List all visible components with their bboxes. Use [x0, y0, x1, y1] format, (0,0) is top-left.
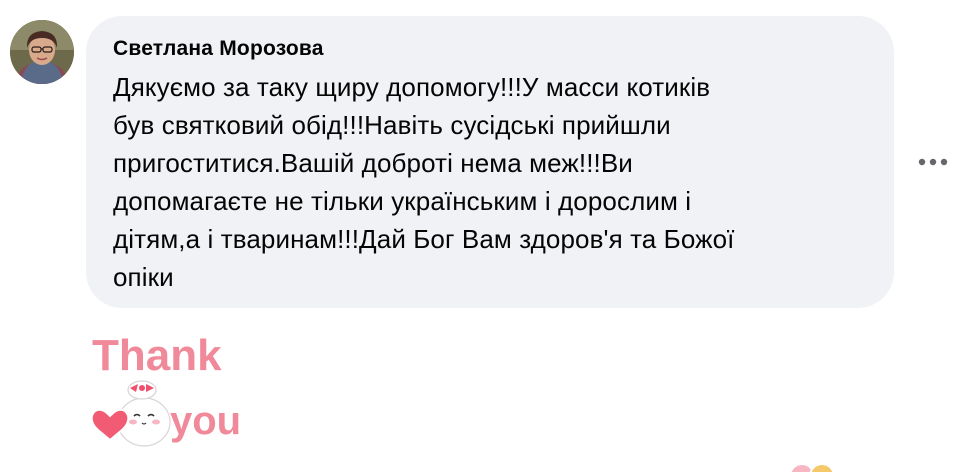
comment-text-line: пригоститися.Вашій доброті нема меж!!!Ви — [113, 148, 633, 178]
comment-thread: Светлана Морозова Дякуємо за таку щиру д… — [0, 0, 956, 472]
comment-author[interactable]: Светлана Морозова — [113, 36, 870, 62]
sticker-text-thank: Thank — [92, 331, 222, 380]
avatar[interactable] — [10, 20, 74, 84]
comment-text: Дякуємо за таку щиру допомогу!!!У масси … — [113, 68, 853, 296]
more-options-button[interactable] — [916, 150, 950, 174]
comment-bubble: Светлана Морозова Дякуємо за таку щиру д… — [86, 16, 894, 308]
comment-text-line: опіки — [113, 262, 174, 292]
comment-text-line: Дякуємо за таку щиру допомогу!!!У масси … — [113, 72, 711, 102]
reaction-icon — [789, 463, 835, 472]
sticker-image: Thank you — [91, 330, 243, 447]
reaction-icons-partial[interactable] — [786, 462, 886, 472]
comment-text-line: був святковий обід!!!Навіть сусідські пр… — [113, 110, 671, 140]
thank-you-sticker[interactable]: Thank you — [86, 326, 256, 456]
avatar-photo — [10, 20, 74, 84]
comment-text-line: допомагаєте не тільки українським і доро… — [113, 186, 692, 216]
sticker-text-you: you — [170, 399, 241, 443]
comment-text-line: дітям,а і тваринам!!!Дай Бог Вам здоров'… — [113, 224, 735, 254]
more-horizontal-icon — [918, 158, 948, 166]
